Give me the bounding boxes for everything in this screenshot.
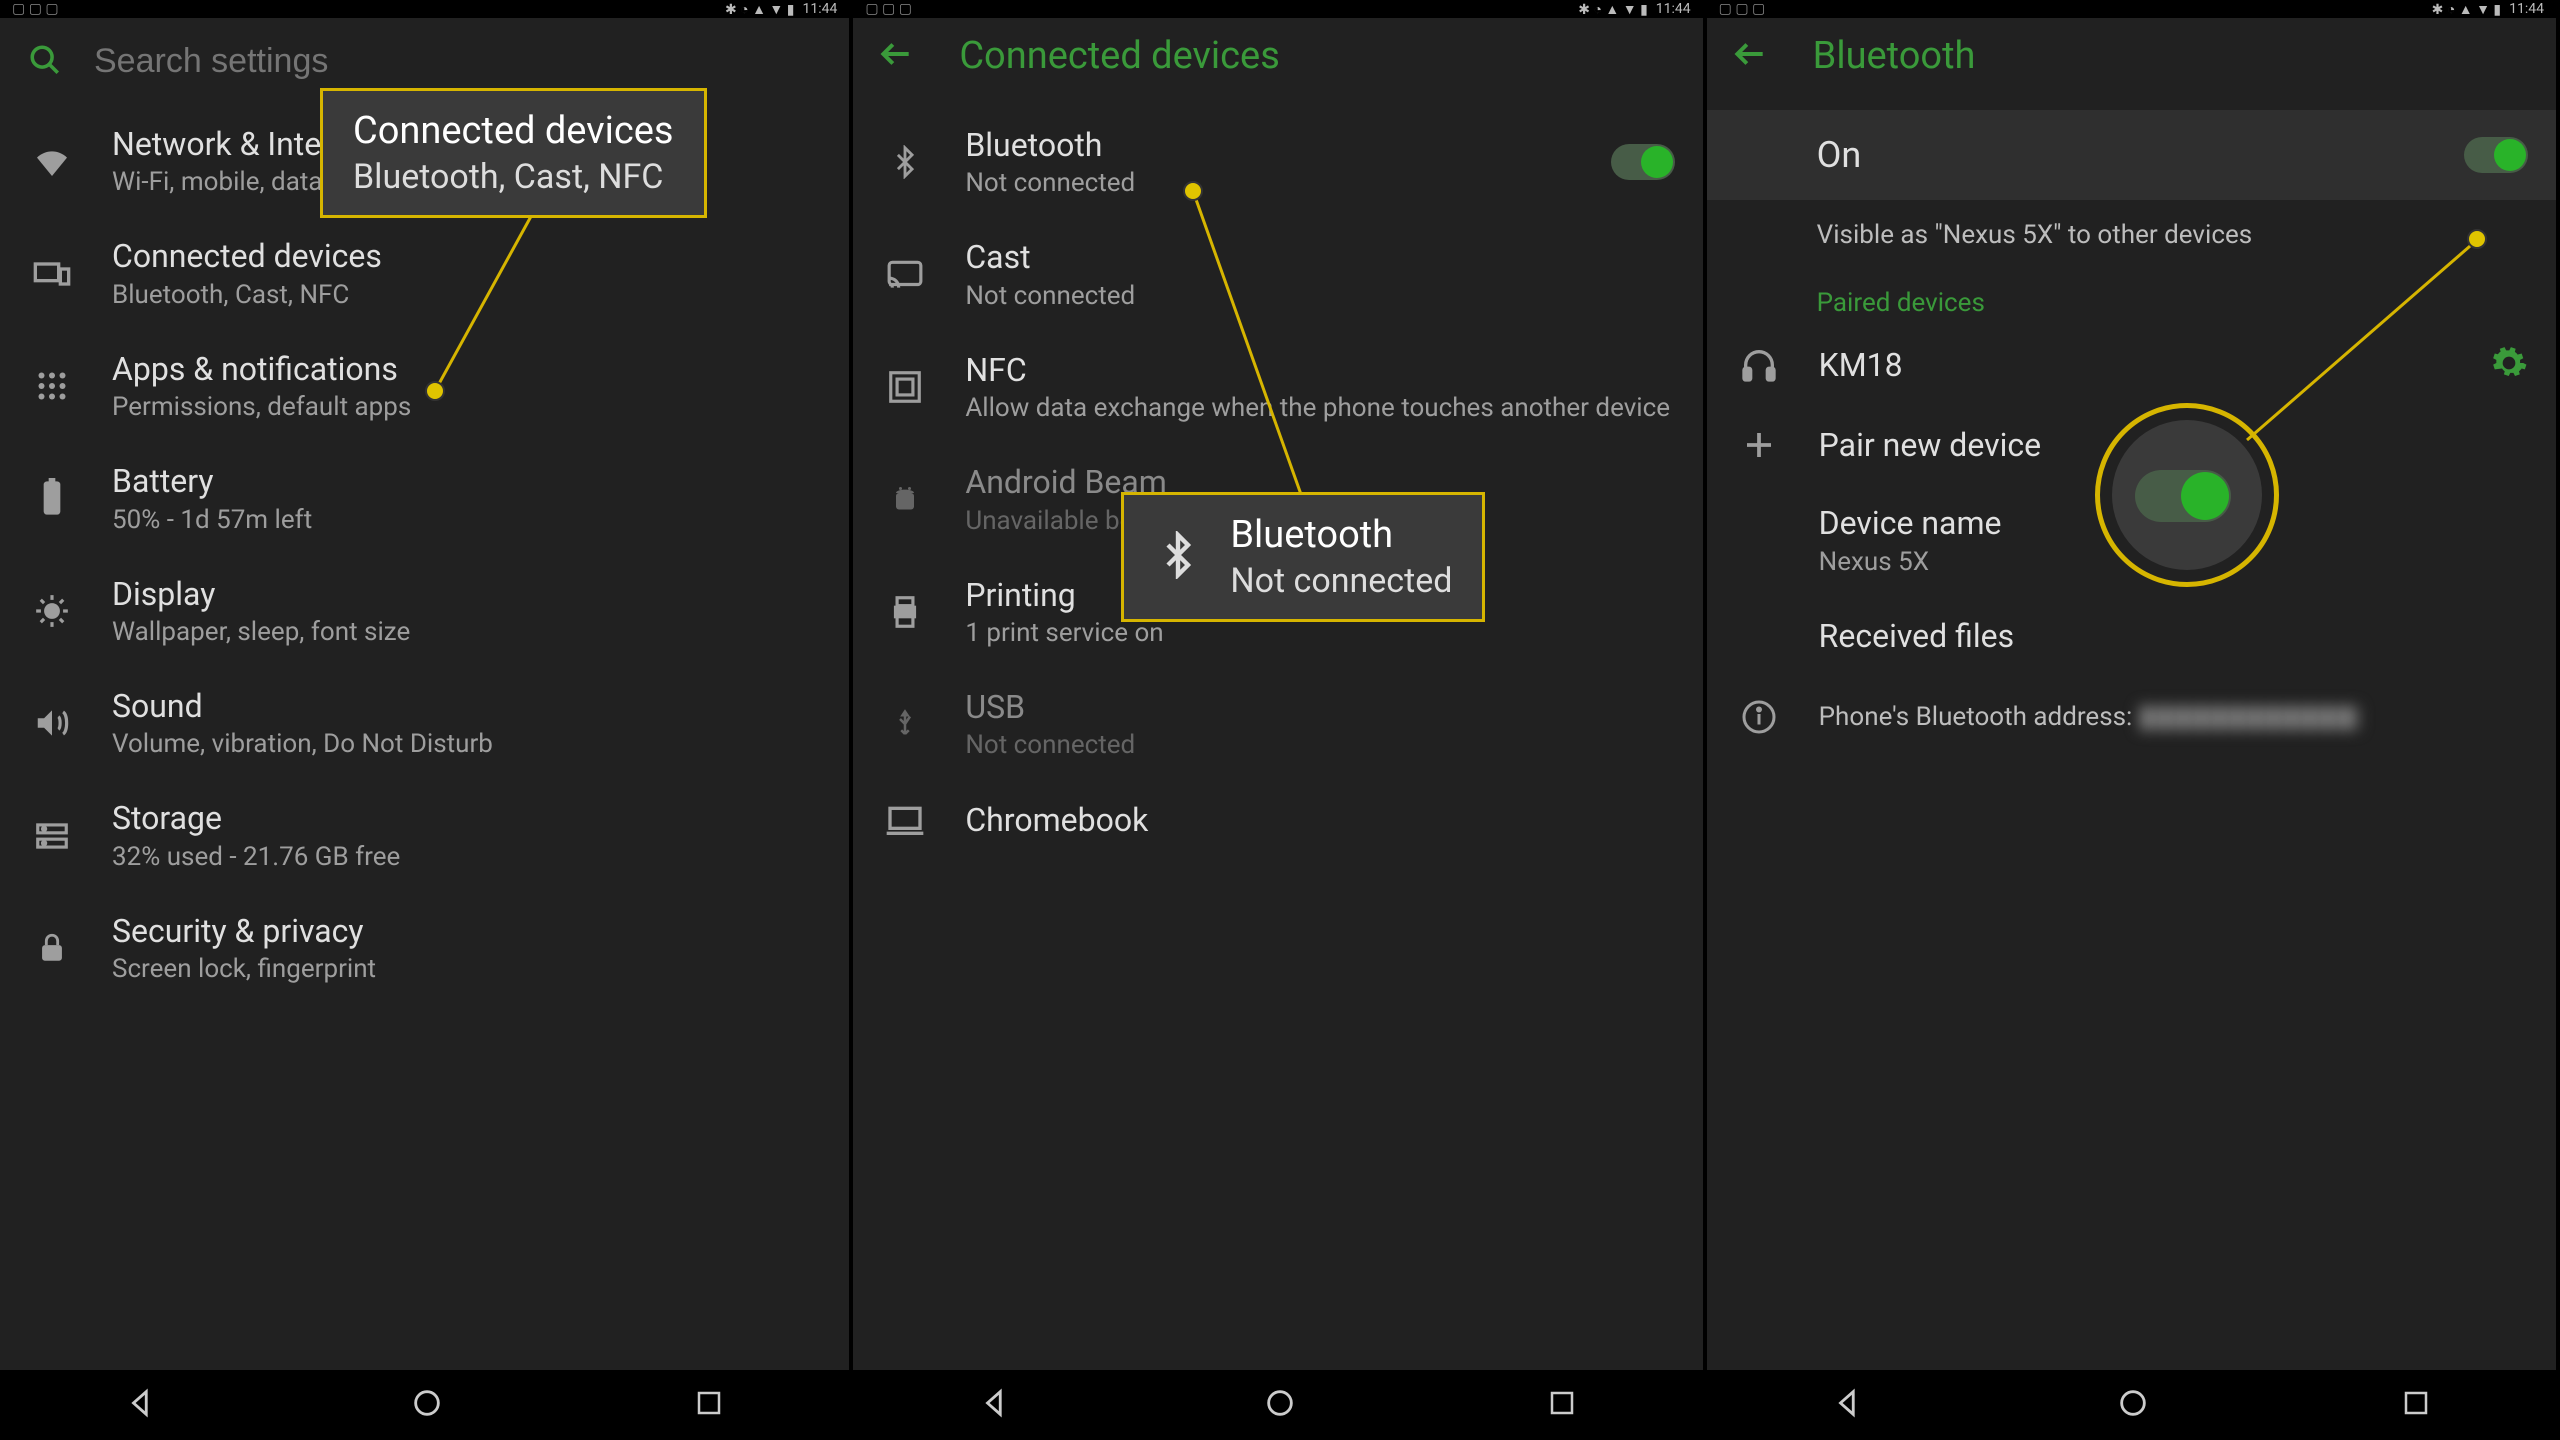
wifi-icon xyxy=(28,141,76,181)
callout-bluetooth: Bluetooth Not connected xyxy=(1121,492,1485,622)
item-cast[interactable]: CastNot connected xyxy=(853,218,1702,330)
storage-icon xyxy=(28,817,76,855)
nav-back-icon[interactable] xyxy=(979,1386,1013,1424)
bluetooth-icon xyxy=(881,145,929,179)
android-icon xyxy=(881,481,929,517)
nav-home-icon[interactable] xyxy=(1263,1386,1297,1424)
headphones-icon xyxy=(1735,345,1783,385)
bluetooth-toggle[interactable] xyxy=(1611,144,1675,180)
callout-dot xyxy=(2467,229,2487,249)
navigation-bar xyxy=(853,1370,1702,1440)
nav-back-icon[interactable] xyxy=(125,1386,159,1424)
page-title: Connected devices xyxy=(959,34,1280,78)
phone-connected-devices: ▢ ▢ ▢ ✱ ◔ ▲ ▼ ▮ 11:44 Connected devices … xyxy=(853,0,1706,1440)
callout-dot xyxy=(425,381,445,401)
nfc-icon xyxy=(881,368,929,406)
nav-home-icon[interactable] xyxy=(410,1386,444,1424)
info-icon xyxy=(1735,699,1783,735)
bluetooth-master-toggle[interactable] xyxy=(2464,137,2528,173)
print-icon xyxy=(881,593,929,631)
status-bar: ▢ ▢ ▢ ✱ ◔ ▲ ▼ ▮ 11:44 xyxy=(0,0,849,18)
navigation-bar xyxy=(0,1370,849,1440)
bluetooth-on-bar[interactable]: On xyxy=(1707,110,2556,200)
item-nfc[interactable]: NFCAllow data exchange when the phone to… xyxy=(853,331,1702,443)
cast-icon xyxy=(881,256,929,294)
settings-item-display[interactable]: DisplayWallpaper, sleep, font size xyxy=(0,555,849,667)
bluetooth-address-row: Phone's Bluetooth address: xyxy=(1707,675,2556,759)
status-time: 11:44 xyxy=(1656,1,1691,17)
status-time: 11:44 xyxy=(802,1,837,17)
paired-device-km18[interactable]: KM18 xyxy=(1707,324,2556,406)
brightness-icon xyxy=(28,592,76,630)
devices-icon xyxy=(28,254,76,294)
usb-icon xyxy=(881,705,929,743)
phone-settings: ▢ ▢ ▢ ✱ ◔ ▲ ▼ ▮ 11:44 Network & Internet… xyxy=(0,0,853,1440)
settings-item-apps[interactable]: Apps & notificationsPermissions, default… xyxy=(0,330,849,442)
laptop-icon xyxy=(881,800,929,840)
sound-icon xyxy=(28,704,76,742)
item-chromebook[interactable]: Chromebook xyxy=(853,780,1702,860)
section-paired-devices: Paired devices xyxy=(1707,270,2556,324)
callout-connected-devices: Connected devices Bluetooth, Cast, NFC xyxy=(320,88,707,218)
search-icon xyxy=(28,43,62,81)
bt-address-blurred xyxy=(2139,706,2359,730)
nav-back-icon[interactable] xyxy=(1832,1386,1866,1424)
nav-recent-icon[interactable] xyxy=(1547,1388,1577,1422)
status-time: 11:44 xyxy=(2509,1,2544,17)
item-bluetooth[interactable]: BluetoothNot connected xyxy=(853,106,1702,218)
back-arrow-icon[interactable] xyxy=(877,35,915,77)
plus-icon xyxy=(1735,427,1783,463)
apps-icon xyxy=(28,368,76,404)
on-label: On xyxy=(1817,134,2464,176)
item-usb: USBNot connected xyxy=(853,668,1702,780)
battery-icon xyxy=(28,478,76,518)
callout-toggle-enlarged xyxy=(2135,470,2231,522)
received-files-row[interactable]: Received files xyxy=(1707,597,2556,675)
settings-item-storage[interactable]: Storage32% used - 21.76 GB free xyxy=(0,779,849,891)
settings-item-connected-devices[interactable]: Connected devicesBluetooth, Cast, NFC xyxy=(0,217,849,329)
status-bar: ▢ ▢ ▢ ✱ ◔ ▲ ▼ ▮ 11:44 xyxy=(853,0,1702,18)
header: Connected devices xyxy=(853,18,1702,106)
gear-icon[interactable] xyxy=(2490,344,2528,386)
nav-recent-icon[interactable] xyxy=(694,1388,724,1422)
header: Bluetooth xyxy=(1707,18,2556,106)
settings-item-sound[interactable]: SoundVolume, vibration, Do Not Disturb xyxy=(0,667,849,779)
settings-item-security[interactable]: Security & privacyScreen lock, fingerpri… xyxy=(0,892,849,1004)
visibility-note: Visible as "Nexus 5X" to other devices xyxy=(1707,200,2556,270)
status-bar: ▢ ▢ ▢ ✱ ◔ ▲ ▼ ▮ 11:44 xyxy=(1707,0,2556,18)
phone-bluetooth: ▢ ▢ ▢ ✱ ◔ ▲ ▼ ▮ 11:44 Bluetooth On Visib… xyxy=(1707,0,2560,1440)
nav-recent-icon[interactable] xyxy=(2401,1388,2431,1422)
back-arrow-icon[interactable] xyxy=(1731,35,1769,77)
navigation-bar xyxy=(1707,1370,2556,1440)
search-input[interactable] xyxy=(94,42,821,81)
bluetooth-icon xyxy=(1154,531,1202,583)
page-title: Bluetooth xyxy=(1813,34,1976,78)
settings-item-battery[interactable]: Battery50% - 1d 57m left xyxy=(0,442,849,554)
nav-home-icon[interactable] xyxy=(2116,1386,2150,1424)
bt-address-label: Phone's Bluetooth address: xyxy=(1819,702,2139,732)
lock-icon xyxy=(28,931,76,965)
